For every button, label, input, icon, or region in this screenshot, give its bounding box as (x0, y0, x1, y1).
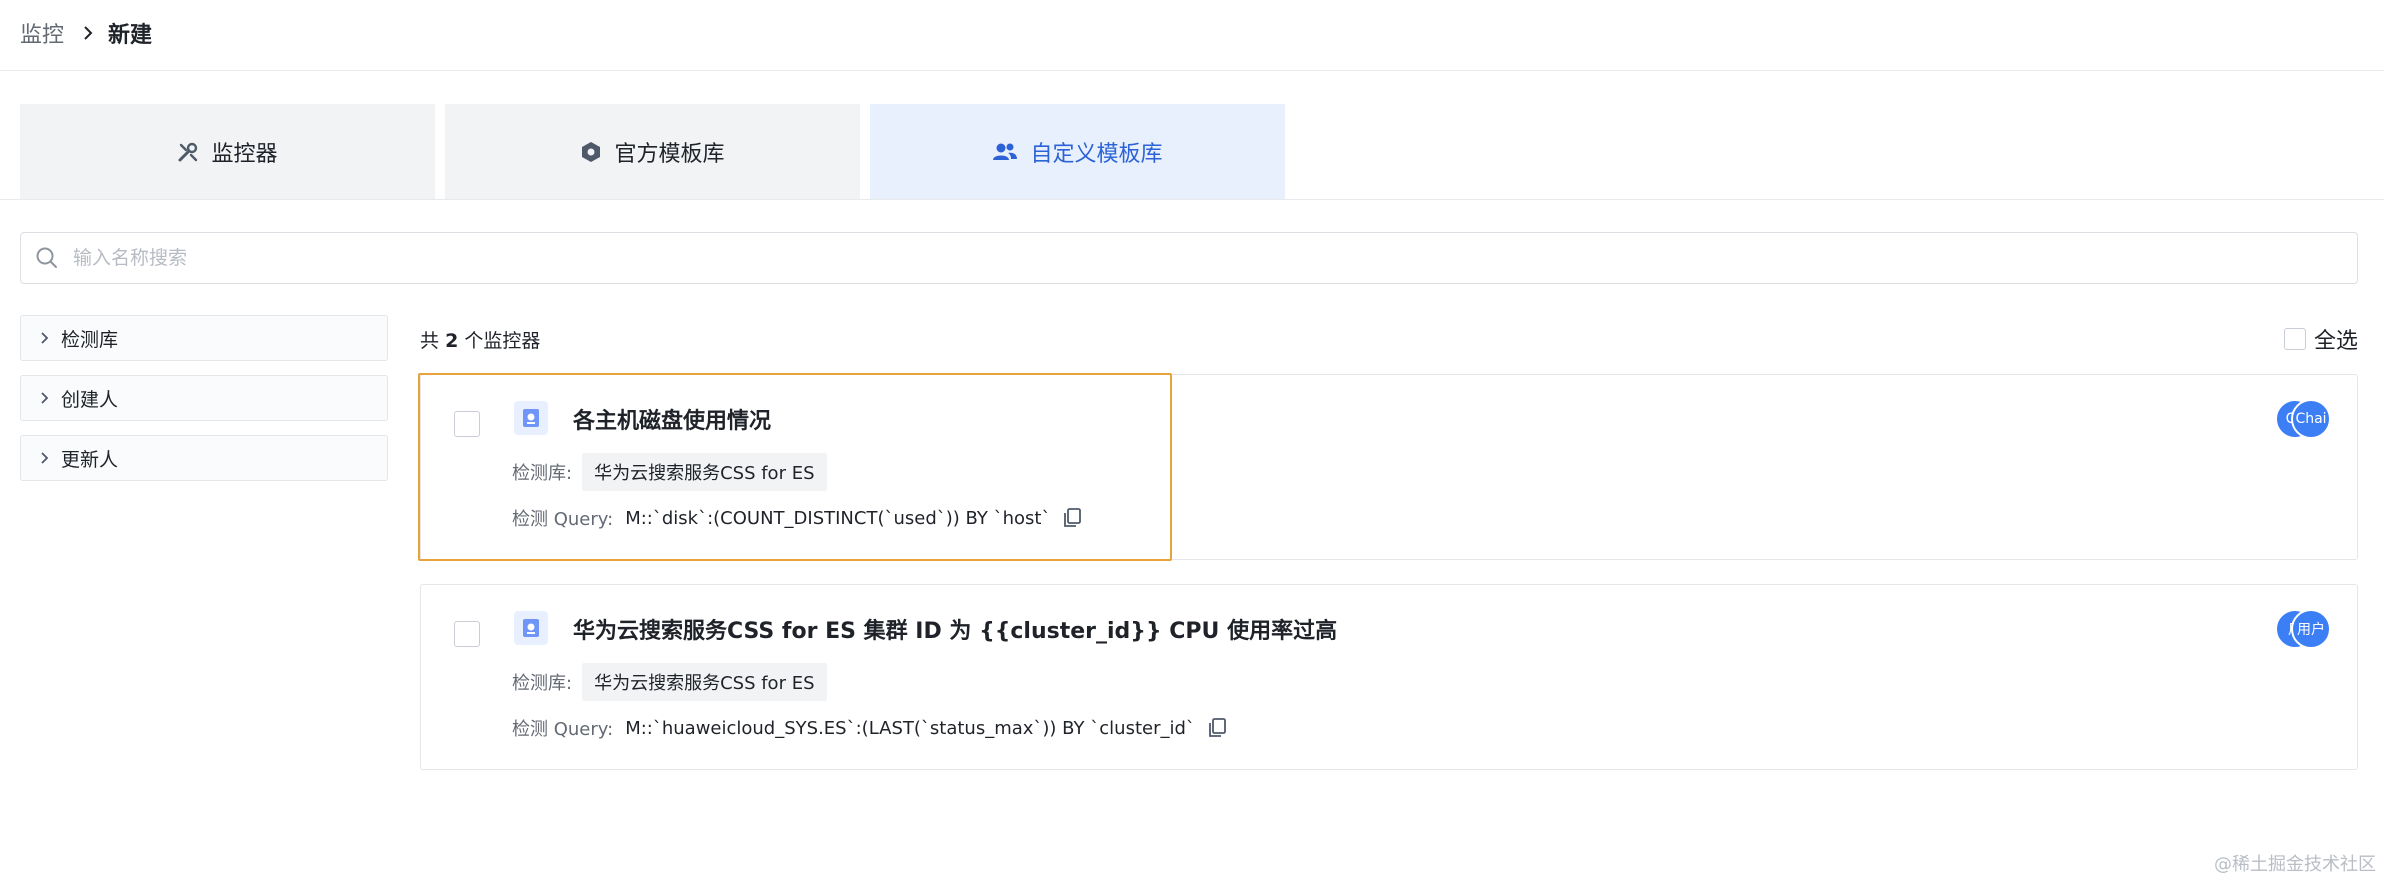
tab-custom-templates[interactable]: 自定义模板库 (870, 104, 1285, 199)
select-all-checkbox[interactable] (2283, 328, 2306, 350)
filter-label: 检测库 (61, 328, 119, 351)
chevron-right-icon (39, 331, 49, 345)
header-divider (0, 70, 2384, 71)
source-tag: 华为云搜索服务CSS for ES (582, 663, 827, 701)
monitor-count: 共 2 个监控器 (420, 326, 540, 353)
card-title: 各主机磁盘使用情况 (573, 409, 772, 434)
filter-updater[interactable]: 更新人 (20, 435, 388, 481)
source-label: 检测库: (512, 673, 573, 694)
card-source-row: 检测库: 华为云搜索服务CSS for ES (512, 663, 827, 701)
query-value: M::`huaweicloud_SYS.ES`:(LAST(`status_ma… (625, 717, 1195, 739)
watermark: @稀土掘金技术社区 (2214, 854, 2376, 875)
chevron-right-icon (39, 451, 49, 465)
query-label: 检测 Query: (512, 509, 614, 530)
template-tabs: 监控器 官方模板库 自定义模板库 (20, 104, 1285, 199)
select-all-label: 全选 (2313, 329, 2358, 354)
avatar: Chai (2291, 399, 2331, 439)
template-card[interactable]: 各主机磁盘使用情况 检测库: 华为云搜索服务CSS for ES 检测 Quer… (420, 374, 2358, 560)
card-source-row: 检测库: 华为云搜索服务CSS for ES (512, 453, 827, 491)
document-icon (514, 611, 548, 645)
copy-icon[interactable] (1207, 717, 1227, 739)
filter-creator[interactable]: 创建人 (20, 375, 388, 421)
select-all[interactable]: 全选 (2283, 323, 2358, 355)
wrench-icon (177, 141, 199, 163)
tabs-divider (0, 199, 2384, 200)
tab-monitor-label: 监控器 (211, 141, 278, 167)
card-checkbox[interactable] (454, 411, 480, 437)
filter-label: 创建人 (61, 388, 119, 411)
chevron-right-icon (82, 25, 94, 41)
copy-icon[interactable] (1062, 507, 1082, 529)
users-icon (992, 141, 1018, 163)
document-icon (514, 401, 548, 435)
list-header: 共 2 个监控器 全选 (420, 322, 2358, 356)
card-title: 华为云搜索服务CSS for ES 集群 ID 为 {{cluster_id}}… (573, 619, 1338, 644)
tab-monitor[interactable]: 监控器 (20, 104, 435, 199)
breadcrumb-parent-link[interactable]: 监控 (20, 17, 64, 49)
card-query-row: 检测 Query: M::`huaweicloud_SYS.ES`:(LAST(… (512, 715, 1227, 741)
filter-detection-library[interactable]: 检测库 (20, 315, 388, 361)
query-value: M::`disk`:(COUNT_DISTINCT(`used`)) BY `h… (625, 507, 1051, 529)
card-avatars: 用 用户 (2275, 609, 2331, 649)
search-icon (35, 246, 59, 270)
tab-official-templates-label: 官方模板库 (614, 141, 725, 167)
search-input[interactable] (73, 247, 2357, 269)
tab-official-templates[interactable]: 官方模板库 (445, 104, 860, 199)
breadcrumb-current: 新建 (108, 23, 153, 48)
source-label: 检测库: (512, 463, 573, 484)
hexagon-gear-icon (580, 141, 602, 163)
breadcrumb: 监控 新建 (20, 16, 152, 50)
card-query-row: 检测 Query: M::`disk`:(COUNT_DISTINCT(`use… (512, 505, 1082, 531)
filter-label: 更新人 (61, 448, 119, 471)
count-value: 2 (445, 329, 459, 352)
card-avatars: Ch Chai (2275, 399, 2331, 439)
avatar: 用户 (2291, 609, 2331, 649)
filter-sidebar: 检测库 创建人 更新人 (20, 315, 388, 495)
count-prefix: 共 (420, 329, 440, 352)
search-box (20, 232, 2358, 284)
card-checkbox[interactable] (454, 621, 480, 647)
template-card[interactable]: 华为云搜索服务CSS for ES 集群 ID 为 {{cluster_id}}… (420, 584, 2358, 770)
count-suffix: 个监控器 (464, 329, 541, 352)
query-label: 检测 Query: (512, 719, 614, 740)
source-tag: 华为云搜索服务CSS for ES (582, 453, 827, 491)
chevron-right-icon (39, 391, 49, 405)
tab-custom-templates-label: 自定义模板库 (1030, 141, 1163, 167)
